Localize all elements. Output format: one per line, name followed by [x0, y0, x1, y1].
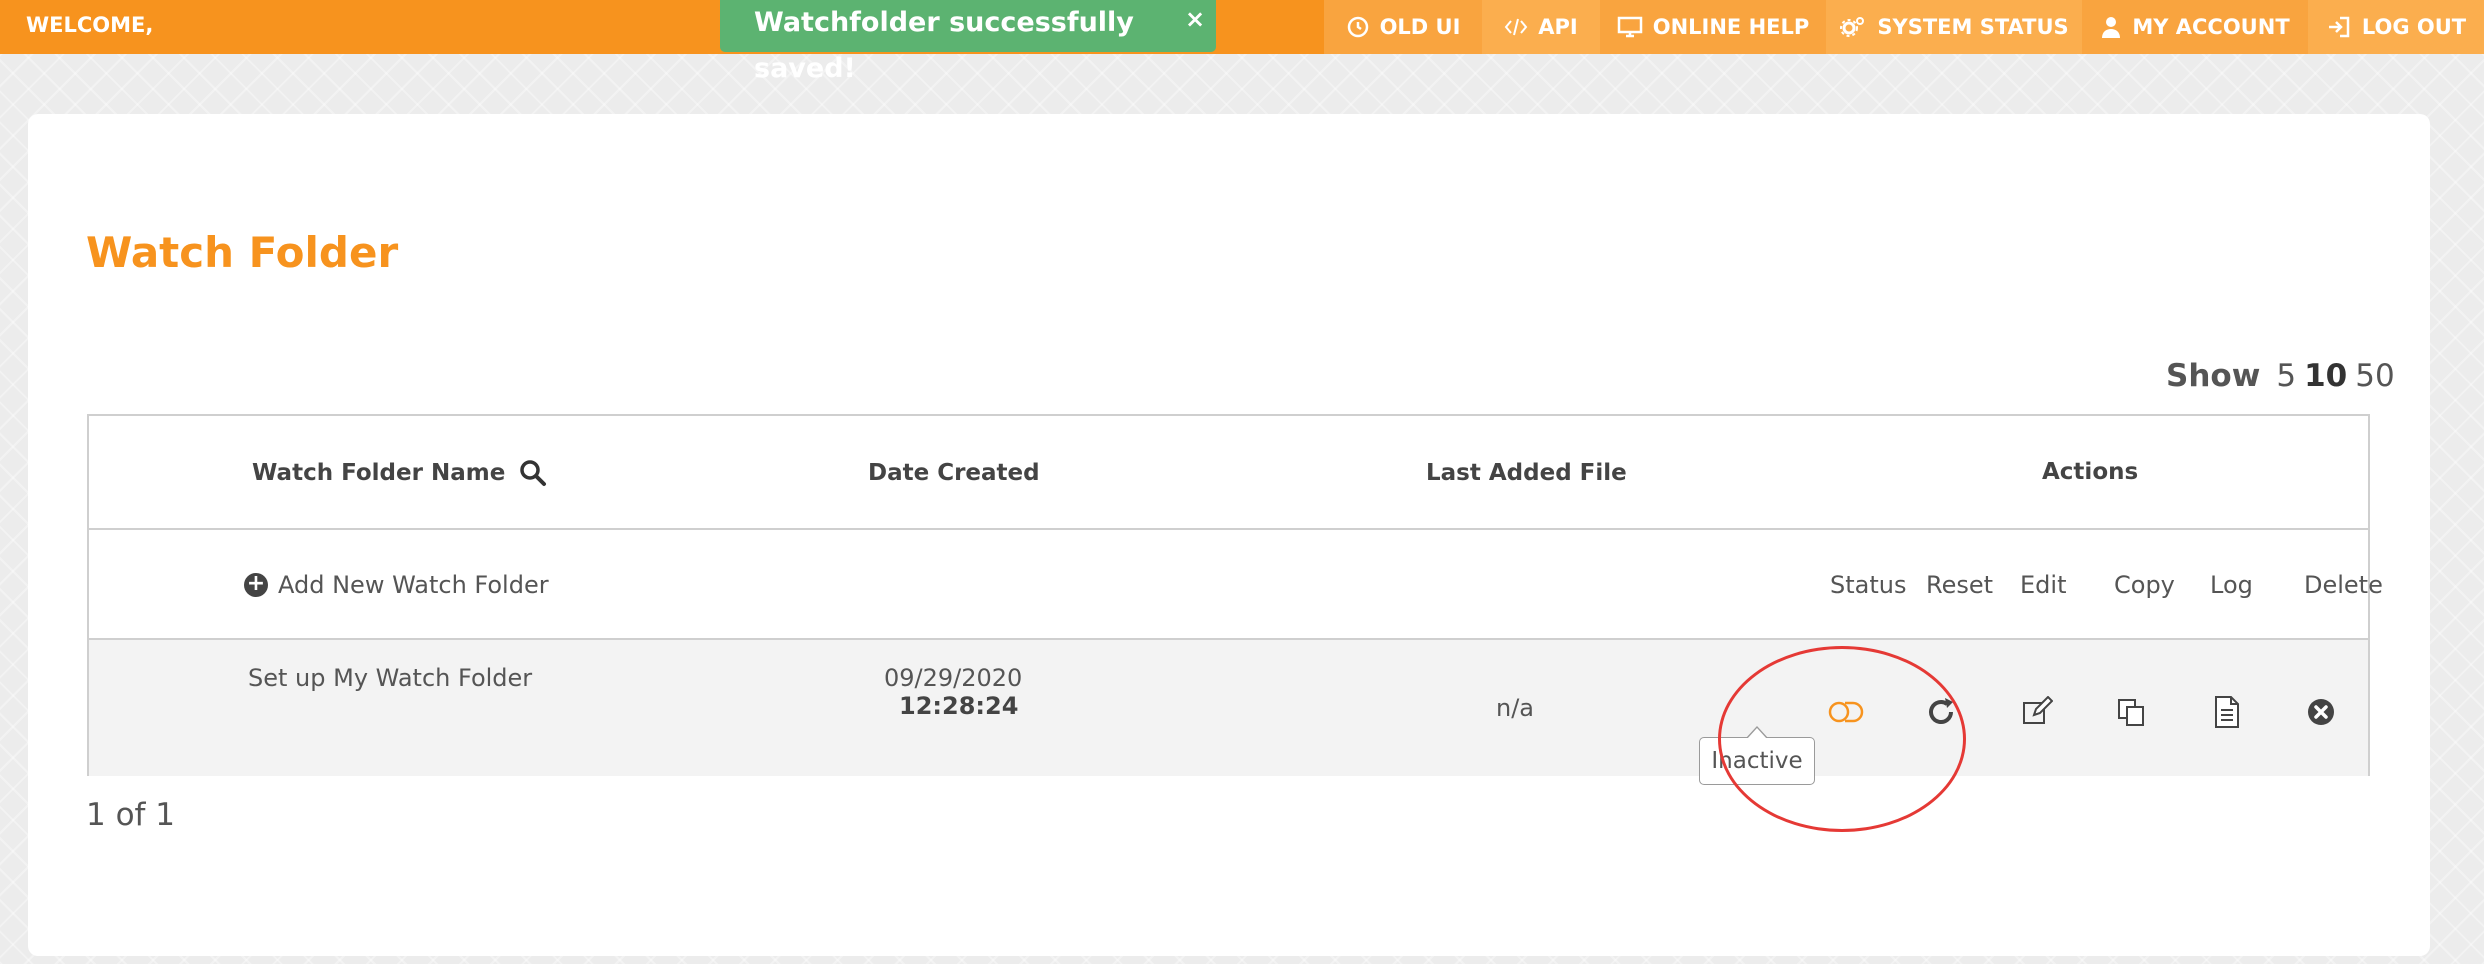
- top-navigation-bar: WELCOME, Watchfolder successfully saved!…: [0, 0, 2484, 84]
- action-label-reset: Reset: [1926, 571, 1994, 599]
- code-icon: [1504, 18, 1528, 36]
- date-created: 09/29/2020: [884, 664, 1023, 692]
- pagination-info: 1 of 1: [86, 797, 176, 833]
- nav-api[interactable]: API: [1482, 0, 1600, 54]
- monitor-icon: [1617, 16, 1642, 38]
- nav-online-help-label: ONLINE HELP: [1652, 15, 1810, 39]
- nav-system-status[interactable]: SYSTEM STATUS: [1826, 0, 2082, 54]
- plus-circle-icon: +: [244, 573, 268, 597]
- page-size-option-50[interactable]: 50: [2355, 358, 2394, 394]
- user-icon: [2102, 17, 2121, 38]
- nav-log-out[interactable]: LOG OUT: [2308, 0, 2484, 54]
- nav-system-status-label: SYSTEM STATUS: [1877, 15, 2069, 39]
- close-icon[interactable]: ×: [1182, 2, 1208, 36]
- last-added-file: n/a: [1496, 694, 1535, 722]
- clock-icon: [1347, 16, 1368, 38]
- edit-icon[interactable]: [2017, 692, 2057, 732]
- copy-icon[interactable]: [2111, 692, 2151, 732]
- gears-icon: [1840, 17, 1865, 37]
- action-label-delete: Delete: [2304, 571, 2383, 599]
- log-file-icon[interactable]: [2207, 692, 2247, 732]
- column-header-name-label: Watch Folder Name: [252, 460, 506, 486]
- time-created: 12:28:24: [899, 692, 1019, 720]
- reset-icon[interactable]: [1921, 692, 1961, 732]
- nav-my-account-label: MY ACCOUNT: [2132, 15, 2290, 39]
- page-title: Watch Folder: [86, 228, 399, 277]
- delete-icon[interactable]: [2301, 692, 2341, 732]
- welcome-text: WELCOME,: [26, 13, 154, 37]
- column-header-name: Watch Folder Name: [252, 416, 547, 530]
- logout-icon: [2328, 16, 2350, 38]
- status-toggle-icon[interactable]: [1827, 692, 1867, 732]
- action-label-copy: Copy: [2114, 571, 2175, 599]
- success-notification: Watchfolder successfully saved! ×: [720, 0, 1216, 84]
- add-row: + Add New Watch Folder Status Reset Edit…: [89, 530, 2383, 640]
- table-header: Watch Folder Name Date Created Last Adde…: [89, 416, 2368, 530]
- nav-old-ui[interactable]: OLD UI: [1324, 0, 1482, 54]
- add-new-watch-folder-button[interactable]: + Add New Watch Folder: [244, 530, 549, 640]
- page-size-selector: Show 5 10 50: [2166, 356, 2399, 396]
- action-label-log: Log: [2210, 571, 2253, 599]
- page-size-option-5[interactable]: 5: [2276, 358, 2296, 394]
- notification-message: Watchfolder successfully saved!: [754, 7, 1134, 84]
- search-icon[interactable]: [519, 459, 547, 487]
- column-header-last-file: Last Added File: [1426, 460, 1627, 486]
- nav-online-help[interactable]: ONLINE HELP: [1600, 0, 1826, 54]
- show-label: Show: [2166, 358, 2261, 394]
- table-row: Set up My Watch Folder 09/29/2020 12:28:…: [89, 640, 2368, 776]
- nav-log-out-label: LOG OUT: [2361, 15, 2467, 39]
- nav-api-label: API: [1538, 15, 1578, 39]
- nav-my-account[interactable]: MY ACCOUNT: [2082, 0, 2308, 54]
- add-new-watch-folder-label: Add New Watch Folder: [278, 571, 549, 599]
- column-header-actions: Actions: [2042, 459, 2139, 485]
- column-header-date: Date Created: [868, 460, 1040, 486]
- nav-old-ui-label: OLD UI: [1379, 15, 1461, 39]
- watch-folder-table: Watch Folder Name Date Created Last Adde…: [87, 414, 2383, 776]
- status-tooltip: Inactive: [1699, 726, 1815, 785]
- page-size-option-10[interactable]: 10: [2304, 358, 2347, 394]
- watch-folder-name: Set up My Watch Folder: [248, 664, 533, 692]
- action-label-status: Status: [1830, 571, 1907, 599]
- action-label-edit: Edit: [2020, 571, 2067, 599]
